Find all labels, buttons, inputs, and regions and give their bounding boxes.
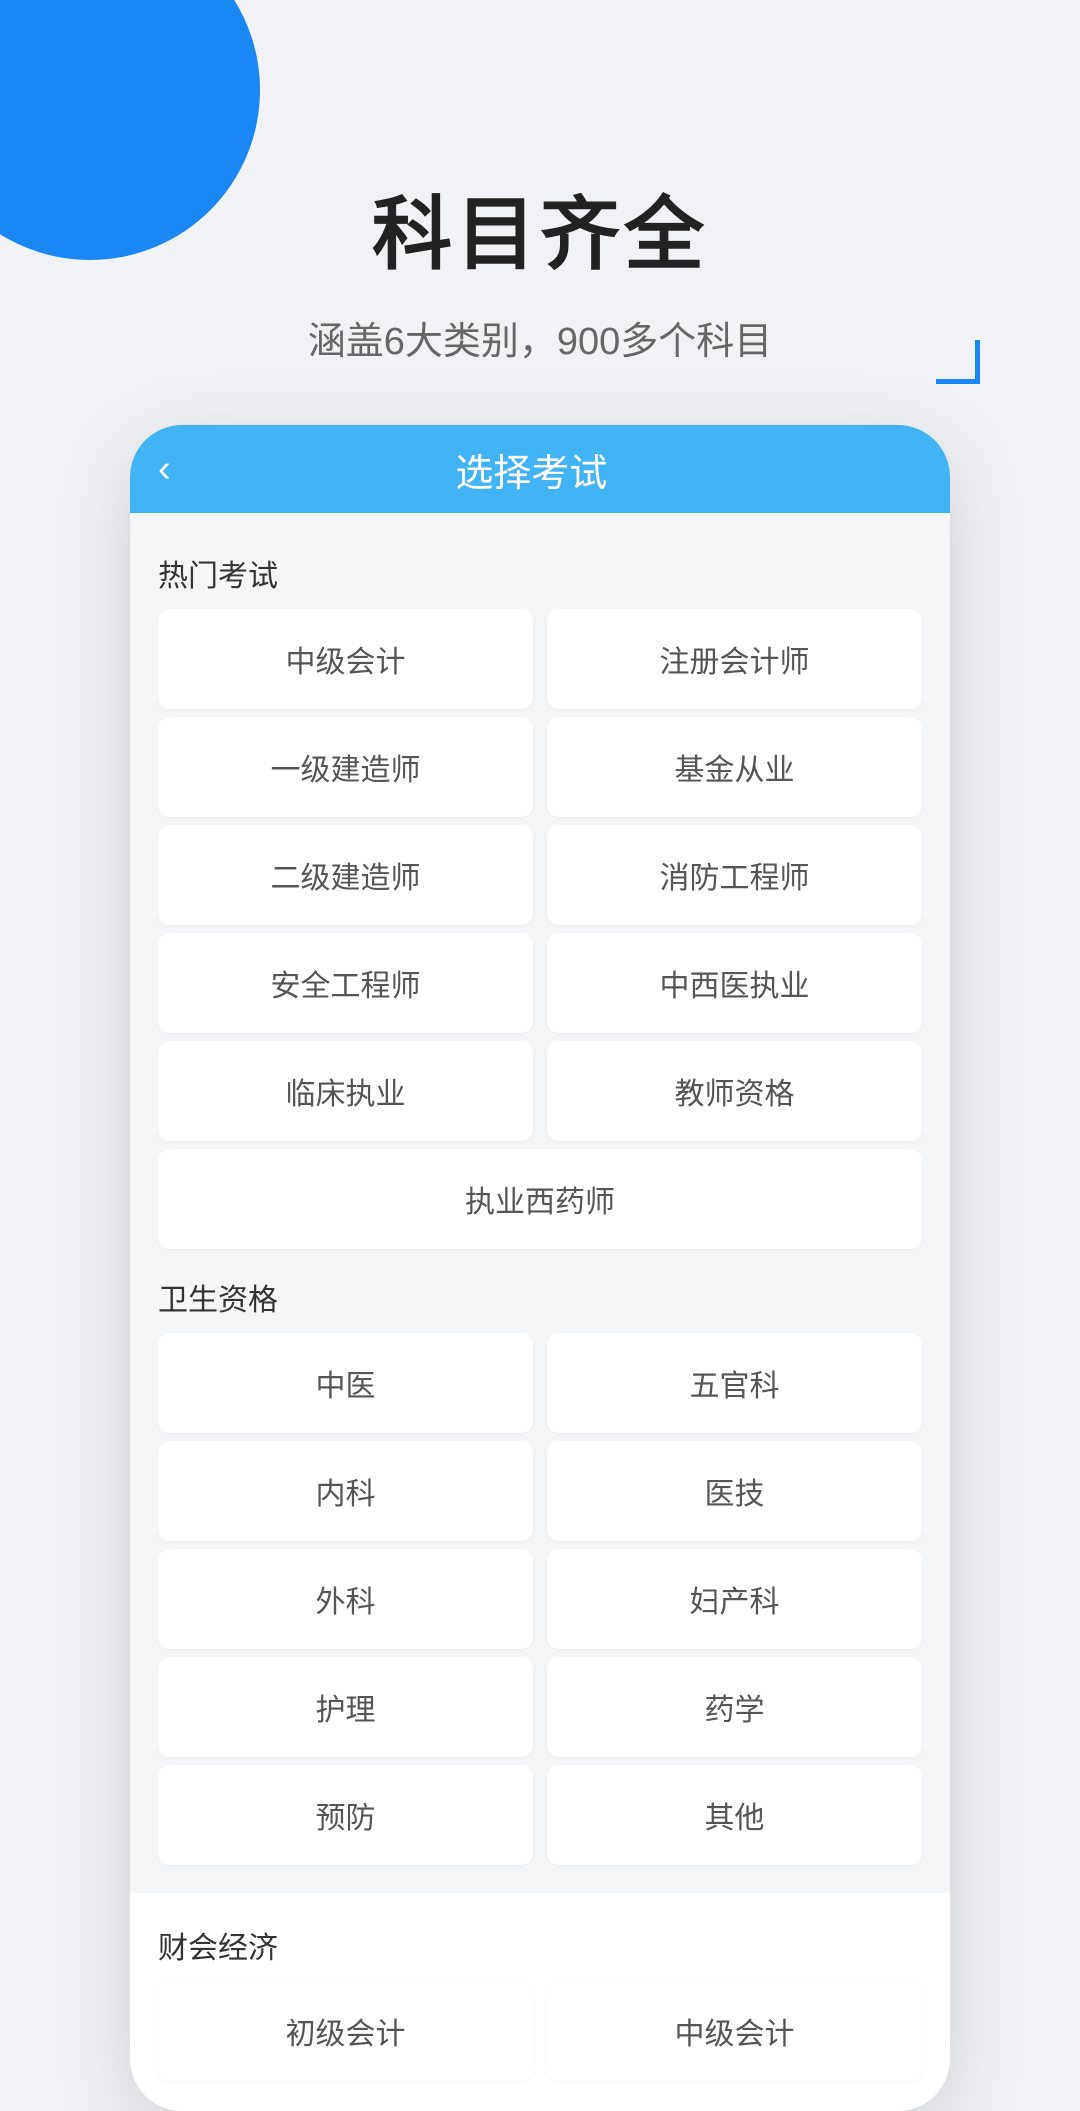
exam-btn-yufang[interactable]: 预防	[158, 1765, 533, 1865]
exam-btn-zhongxiyizhiye[interactable]: 中西医执业	[547, 933, 922, 1033]
exam-btn-jiaoshi[interactable]: 教师资格	[547, 1041, 922, 1141]
health-row-3: 外科 妇产科	[158, 1549, 922, 1649]
exam-btn-erjijianshi[interactable]: 二级建造师	[158, 825, 533, 925]
app-header-title: 选择考试	[191, 442, 872, 497]
exam-btn-yijijijianshi[interactable]: 一级建造师	[158, 717, 533, 817]
hot-row-2: 一级建造师 基金从业	[158, 717, 922, 817]
exam-btn-wuguanke[interactable]: 五官科	[547, 1333, 922, 1433]
sub-title: 涵盖6大类别，900多个科目	[0, 310, 1080, 365]
partial-finance-section: 财会经济 初级会计 中级会计	[130, 1893, 950, 2091]
exam-btn-anquan[interactable]: 安全工程师	[158, 933, 533, 1033]
section-label-finance: 财会经济	[158, 1913, 922, 1981]
exam-btn-yaoxue[interactable]: 药学	[547, 1657, 922, 1757]
finance-row-1: 初级会计 中级会计	[158, 1981, 922, 2081]
exam-btn-zhongjikuaiji[interactable]: 中级会计	[158, 609, 533, 709]
health-row-4: 护理 药学	[158, 1657, 922, 1757]
back-button[interactable]: ‹	[158, 448, 171, 491]
app-content: 热门考试 中级会计 注册会计师 一级建造师 基金从业 二级建造师 消防工程师 安…	[130, 513, 950, 1893]
exam-btn-zhongyi[interactable]: 中医	[158, 1333, 533, 1433]
exam-btn-chujikuaiji[interactable]: 初级会计	[158, 1981, 533, 2081]
exam-btn-zhucekuaijishi[interactable]: 注册会计师	[547, 609, 922, 709]
exam-btn-waike[interactable]: 外科	[158, 1549, 533, 1649]
exam-btn-jijincongye[interactable]: 基金从业	[547, 717, 922, 817]
app-header: ‹ 选择考试	[130, 425, 950, 513]
main-title: 科目齐全	[0, 170, 1080, 286]
exam-btn-linchuang[interactable]: 临床执业	[158, 1041, 533, 1141]
health-row-5: 预防 其他	[158, 1765, 922, 1865]
exam-btn-neike[interactable]: 内科	[158, 1441, 533, 1541]
exam-btn-huli[interactable]: 护理	[158, 1657, 533, 1757]
section-label-health: 卫生资格	[158, 1257, 922, 1333]
health-row-1: 中医 五官科	[158, 1333, 922, 1433]
exam-btn-fuchanke[interactable]: 妇产科	[547, 1549, 922, 1649]
health-row-2: 内科 医技	[158, 1441, 922, 1541]
hot-row-6: 执业西药师	[158, 1149, 922, 1249]
phone-mockup: ‹ 选择考试 热门考试 中级会计 注册会计师 一级建造师 基金从业 二级建造师 …	[130, 425, 950, 2111]
hot-row-5: 临床执业 教师资格	[158, 1041, 922, 1141]
exam-btn-zhongjikuaiji2[interactable]: 中级会计	[547, 1981, 922, 2081]
header-section: 科目齐全 涵盖6大类别，900多个科目	[0, 0, 1080, 425]
exam-btn-xiaofang[interactable]: 消防工程师	[547, 825, 922, 925]
hot-row-1: 中级会计 注册会计师	[158, 609, 922, 709]
hot-row-4: 安全工程师 中西医执业	[158, 933, 922, 1033]
hot-row-3: 二级建造师 消防工程师	[158, 825, 922, 925]
section-label-hot: 热门考试	[158, 533, 922, 609]
exam-btn-yiji[interactable]: 医技	[547, 1441, 922, 1541]
exam-btn-qita[interactable]: 其他	[547, 1765, 922, 1865]
exam-btn-zhiyeyaoshi[interactable]: 执业西药师	[158, 1149, 922, 1249]
